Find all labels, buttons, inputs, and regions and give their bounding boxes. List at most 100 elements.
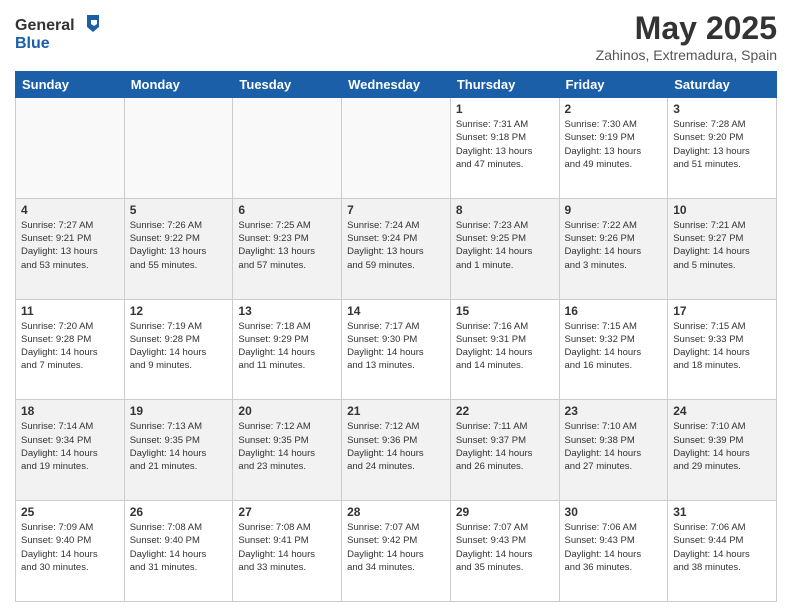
svg-text:Blue: Blue [15, 35, 50, 52]
calendar-cell: 11 Sunrise: 7:20 AMSunset: 9:28 PMDayligh… [16, 299, 125, 400]
calendar-cell: 15 Sunrise: 7:16 AMSunset: 9:31 PMDayligh… [450, 299, 559, 400]
day-info: Sunrise: 7:31 AMSunset: 9:18 PMDaylight:… [456, 118, 554, 171]
calendar-cell: 29 Sunrise: 7:07 AMSunset: 9:43 PMDayligh… [450, 501, 559, 602]
day-number: 23 [565, 404, 663, 418]
calendar-header-sunday: Sunday [16, 72, 125, 98]
day-number: 17 [673, 304, 771, 318]
day-info: Sunrise: 7:08 AMSunset: 9:41 PMDaylight:… [238, 521, 336, 574]
calendar-header-friday: Friday [559, 72, 668, 98]
calendar-week-5: 25 Sunrise: 7:09 AMSunset: 9:40 PMDayligh… [16, 501, 777, 602]
calendar-header-monday: Monday [124, 72, 233, 98]
day-info: Sunrise: 7:06 AMSunset: 9:43 PMDaylight:… [565, 521, 663, 574]
title-section: May 2025 Zahinos, Extremadura, Spain [596, 10, 777, 63]
page: General Blue May 2025 Zahinos, Extremadu… [0, 0, 792, 612]
day-number: 21 [347, 404, 445, 418]
day-info: Sunrise: 7:19 AMSunset: 9:28 PMDaylight:… [130, 320, 228, 373]
day-info: Sunrise: 7:15 AMSunset: 9:33 PMDaylight:… [673, 320, 771, 373]
day-number: 9 [565, 203, 663, 217]
day-number: 29 [456, 505, 554, 519]
calendar-cell: 13 Sunrise: 7:18 AMSunset: 9:29 PMDayligh… [233, 299, 342, 400]
calendar-cell [342, 98, 451, 199]
calendar-cell: 7 Sunrise: 7:24 AMSunset: 9:24 PMDaylight… [342, 198, 451, 299]
calendar-week-4: 18 Sunrise: 7:14 AMSunset: 9:34 PMDayligh… [16, 400, 777, 501]
calendar-week-3: 11 Sunrise: 7:20 AMSunset: 9:28 PMDayligh… [16, 299, 777, 400]
calendar-cell [16, 98, 125, 199]
day-info: Sunrise: 7:20 AMSunset: 9:28 PMDaylight:… [21, 320, 119, 373]
calendar-cell: 27 Sunrise: 7:08 AMSunset: 9:41 PMDayligh… [233, 501, 342, 602]
calendar-cell: 2Sunrise: 7:30 AMSunset: 9:19 PMDaylight… [559, 98, 668, 199]
calendar-cell: 17 Sunrise: 7:15 AMSunset: 9:33 PMDayligh… [668, 299, 777, 400]
day-info: Sunrise: 7:27 AMSunset: 9:21 PMDaylight:… [21, 219, 119, 272]
day-info: Sunrise: 7:12 AMSunset: 9:35 PMDaylight:… [238, 420, 336, 473]
calendar-header-tuesday: Tuesday [233, 72, 342, 98]
calendar-cell: 6Sunrise: 7:25 AMSunset: 9:23 PMDaylight… [233, 198, 342, 299]
day-number: 11 [21, 304, 119, 318]
calendar-cell: 18 Sunrise: 7:14 AMSunset: 9:34 PMDayligh… [16, 400, 125, 501]
day-info: Sunrise: 7:07 AMSunset: 9:43 PMDaylight:… [456, 521, 554, 574]
calendar-cell: 19Sunrise: 7:13 AMSunset: 9:35 PMDayligh… [124, 400, 233, 501]
day-number: 5 [130, 203, 228, 217]
day-number: 3 [673, 102, 771, 116]
day-number: 14 [347, 304, 445, 318]
day-number: 12 [130, 304, 228, 318]
day-number: 7 [347, 203, 445, 217]
day-number: 4 [21, 203, 119, 217]
day-number: 10 [673, 203, 771, 217]
calendar-cell: 22 Sunrise: 7:11 AMSunset: 9:37 PMDayligh… [450, 400, 559, 501]
day-number: 25 [21, 505, 119, 519]
day-info: Sunrise: 7:11 AMSunset: 9:37 PMDaylight:… [456, 420, 554, 473]
day-number: 18 [21, 404, 119, 418]
calendar-header-row: SundayMondayTuesdayWednesdayThursdayFrid… [16, 72, 777, 98]
month-title: May 2025 [596, 10, 777, 47]
calendar-header-wednesday: Wednesday [342, 72, 451, 98]
logo: General Blue [15, 10, 105, 60]
day-info: Sunrise: 7:16 AMSunset: 9:31 PMDaylight:… [456, 320, 554, 373]
calendar-cell [124, 98, 233, 199]
day-number: 13 [238, 304, 336, 318]
day-info: Sunrise: 7:09 AMSunset: 9:40 PMDaylight:… [21, 521, 119, 574]
calendar-cell: 4 Sunrise: 7:27 AMSunset: 9:21 PMDaylight… [16, 198, 125, 299]
calendar-cell: 28 Sunrise: 7:07 AMSunset: 9:42 PMDayligh… [342, 501, 451, 602]
day-info: Sunrise: 7:24 AMSunset: 9:24 PMDaylight:… [347, 219, 445, 272]
calendar-cell: 23Sunrise: 7:10 AMSunset: 9:38 PMDayligh… [559, 400, 668, 501]
day-number: 16 [565, 304, 663, 318]
calendar-cell: 5Sunrise: 7:26 AMSunset: 9:22 PMDaylight… [124, 198, 233, 299]
day-info: Sunrise: 7:30 AMSunset: 9:19 PMDaylight:… [565, 118, 663, 171]
calendar-cell: 16Sunrise: 7:15 AMSunset: 9:32 PMDayligh… [559, 299, 668, 400]
day-info: Sunrise: 7:07 AMSunset: 9:42 PMDaylight:… [347, 521, 445, 574]
day-number: 22 [456, 404, 554, 418]
calendar-cell: 8 Sunrise: 7:23 AMSunset: 9:25 PMDaylight… [450, 198, 559, 299]
calendar-cell: 31Sunrise: 7:06 AMSunset: 9:44 PMDayligh… [668, 501, 777, 602]
location: Zahinos, Extremadura, Spain [596, 47, 777, 63]
day-number: 26 [130, 505, 228, 519]
day-number: 6 [238, 203, 336, 217]
calendar-week-2: 4 Sunrise: 7:27 AMSunset: 9:21 PMDaylight… [16, 198, 777, 299]
day-info: Sunrise: 7:13 AMSunset: 9:35 PMDaylight:… [130, 420, 228, 473]
day-number: 20 [238, 404, 336, 418]
day-info: Sunrise: 7:14 AMSunset: 9:34 PMDaylight:… [21, 420, 119, 473]
calendar-cell: 26 Sunrise: 7:08 AMSunset: 9:40 PMDayligh… [124, 501, 233, 602]
day-number: 1 [456, 102, 554, 116]
day-number: 27 [238, 505, 336, 519]
logo-block: General Blue [15, 10, 105, 60]
day-info: Sunrise: 7:08 AMSunset: 9:40 PMDaylight:… [130, 521, 228, 574]
day-info: Sunrise: 7:18 AMSunset: 9:29 PMDaylight:… [238, 320, 336, 373]
day-info: Sunrise: 7:21 AMSunset: 9:27 PMDaylight:… [673, 219, 771, 272]
calendar-cell: 12 Sunrise: 7:19 AMSunset: 9:28 PMDayligh… [124, 299, 233, 400]
calendar-cell: 3 Sunrise: 7:28 AMSunset: 9:20 PMDaylight… [668, 98, 777, 199]
svg-text:General: General [15, 17, 75, 34]
calendar-week-1: 1 Sunrise: 7:31 AMSunset: 9:18 PMDaylight… [16, 98, 777, 199]
header: General Blue May 2025 Zahinos, Extremadu… [15, 10, 777, 63]
calendar-cell: 10 Sunrise: 7:21 AMSunset: 9:27 PMDayligh… [668, 198, 777, 299]
day-number: 28 [347, 505, 445, 519]
day-info: Sunrise: 7:22 AMSunset: 9:26 PMDaylight:… [565, 219, 663, 272]
day-info: Sunrise: 7:23 AMSunset: 9:25 PMDaylight:… [456, 219, 554, 272]
calendar-cell [233, 98, 342, 199]
day-number: 8 [456, 203, 554, 217]
calendar-cell: 30Sunrise: 7:06 AMSunset: 9:43 PMDayligh… [559, 501, 668, 602]
day-info: Sunrise: 7:28 AMSunset: 9:20 PMDaylight:… [673, 118, 771, 171]
day-number: 15 [456, 304, 554, 318]
day-number: 24 [673, 404, 771, 418]
day-number: 31 [673, 505, 771, 519]
calendar-cell: 1 Sunrise: 7:31 AMSunset: 9:18 PMDaylight… [450, 98, 559, 199]
